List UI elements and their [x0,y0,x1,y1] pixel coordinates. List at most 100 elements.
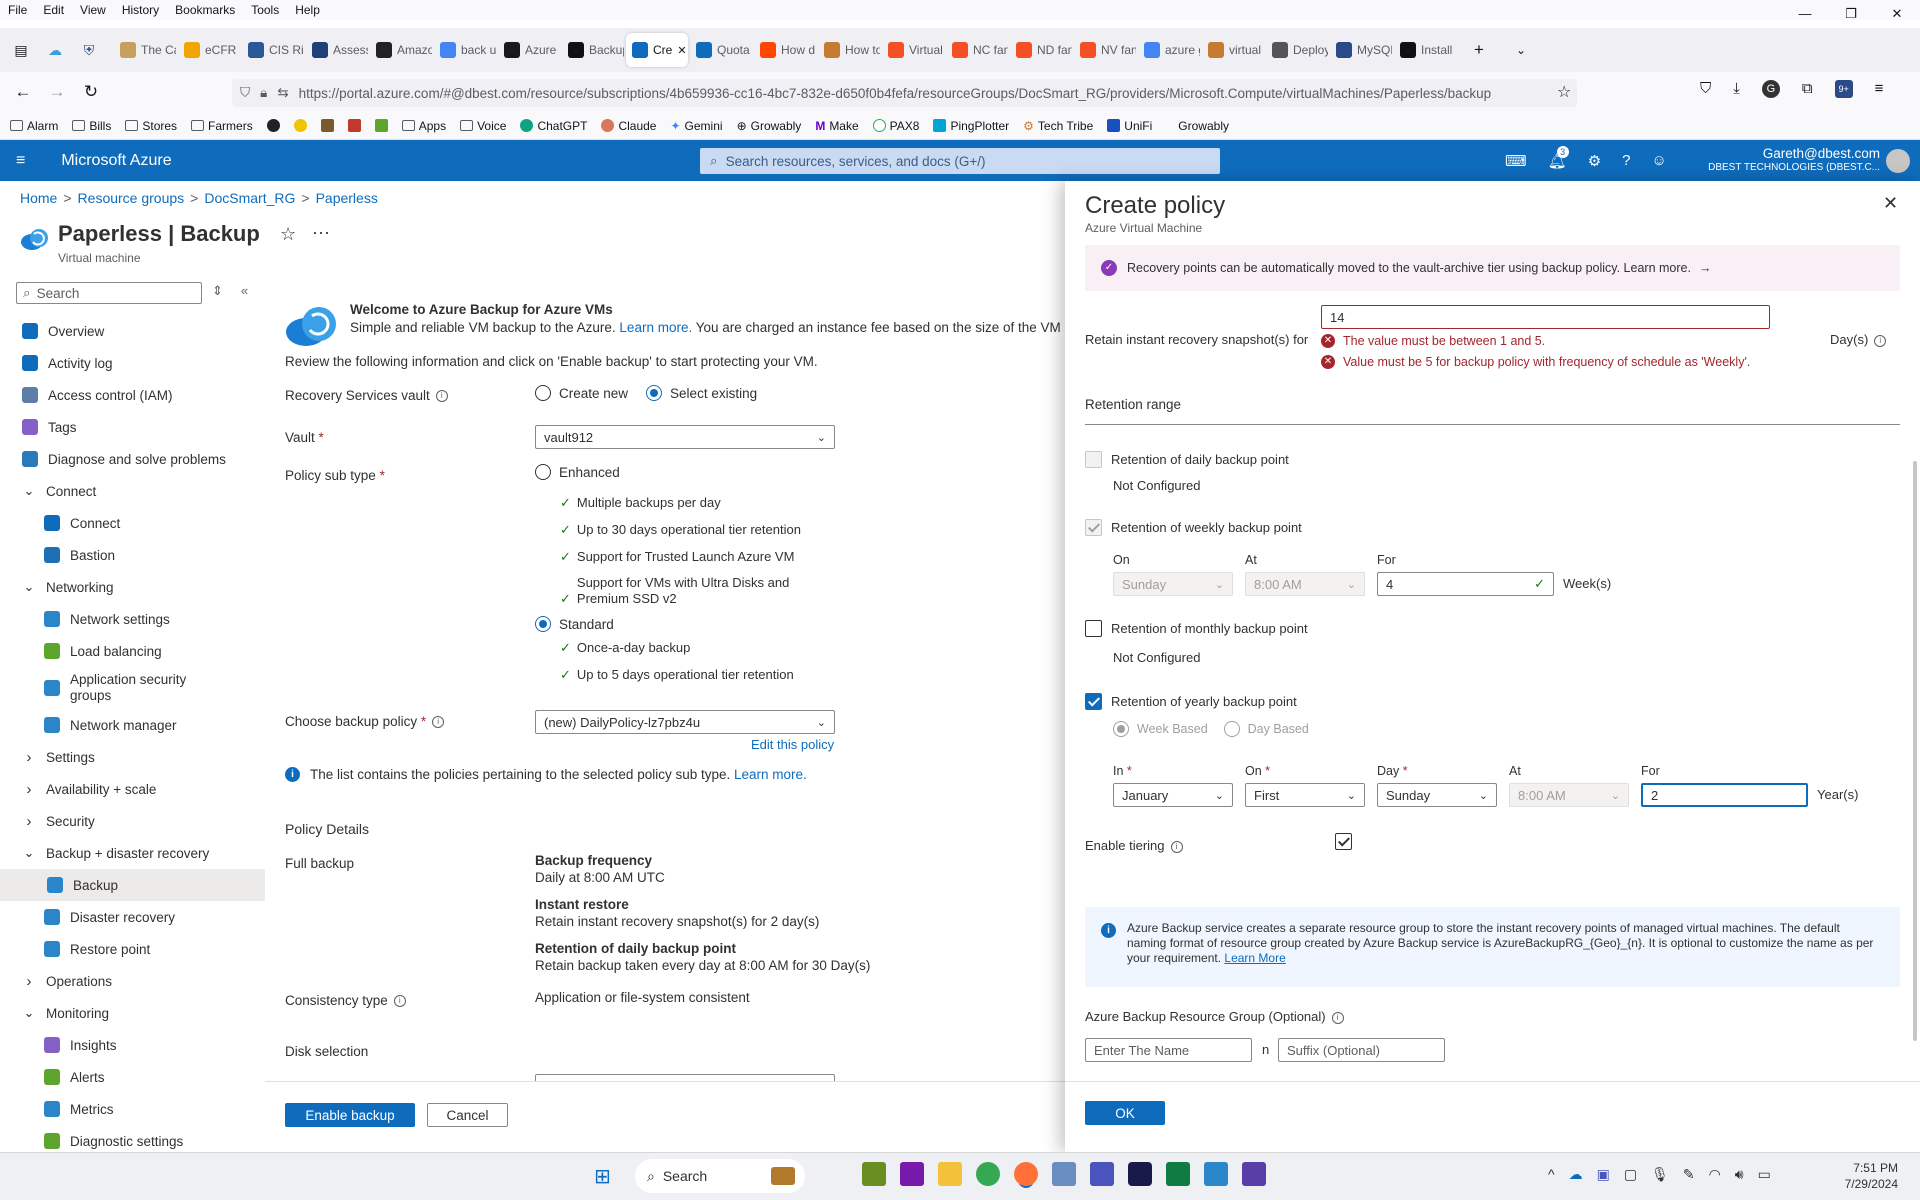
bookmark-pay[interactable] [293,119,307,132]
breadcrumb-resource-group[interactable]: DocSmart_RG [204,190,295,206]
bookmark-star-icon[interactable]: ☆ [1557,82,1571,102]
info-icon[interactable]: i [1331,1011,1344,1024]
menu-item-backup-disaster-recovery[interactable]: ⌄ Backup + disaster recovery [0,837,265,869]
app-icon[interactable] [1242,1162,1266,1186]
bookmark-growably[interactable]: ⊕ Growably [737,119,802,133]
info-icon[interactable]: i [1170,840,1183,853]
restore-icon[interactable]: ❐ [1828,0,1874,28]
browser-tab[interactable]: Install I [1394,33,1456,67]
browser-tab[interactable]: Assess: [306,33,368,67]
help-icon[interactable]: ? [1622,152,1630,169]
bookmark-amazon[interactable] [266,119,280,132]
excel-app-icon[interactable] [1166,1162,1190,1186]
day-based-radio[interactable] [1223,721,1240,737]
select-existing-label[interactable]: Select existing [670,386,757,401]
settings-gear-icon[interactable]: ⚙ [1588,152,1601,170]
reload-icon[interactable]: ↻ [74,82,108,102]
menu-item-security[interactable]: › Security [0,805,265,837]
menu-tools[interactable]: Tools [243,3,287,17]
taskbar-search[interactable]: ⌕ Search [635,1159,805,1193]
cancel-button[interactable]: Cancel [427,1103,508,1127]
chevron-right-icon[interactable]: › [22,749,36,766]
menu-item-disaster-recovery[interactable]: Disaster recovery [0,901,265,933]
downloads-icon[interactable]: ⤓ [1733,80,1740,98]
enhanced-option[interactable]: Enhanced [535,464,620,480]
portal-menu-icon[interactable]: ≡ [16,152,25,170]
bookmark-folder[interactable]: Bills [72,119,111,133]
browser-tab[interactable]: Azure I [498,33,560,67]
sidebar-toggle-icon[interactable]: ▤ [4,42,38,59]
browser-tab[interactable]: NC fan [946,33,1008,67]
bookmark-unifi[interactable]: UniFi [1107,119,1152,133]
menu-item-load-balancing[interactable]: Load balancing [0,635,265,667]
browser-tab[interactable]: azure g [1138,33,1200,67]
chevron-down-icon[interactable]: ⌄ [22,579,36,595]
policy-learn-more-link[interactable]: Learn more. [734,767,807,782]
browser-tab[interactable]: Virtual [882,33,944,67]
bookmark-gemini[interactable]: ✦ Gemini [670,119,722,133]
menu-item-overview[interactable]: Overview [0,315,265,347]
onedrive-icon[interactable]: ☁ [1569,1166,1583,1183]
menu-file[interactable]: File [0,3,35,17]
account-menu[interactable]: Gareth@dbest.com DBEST TECHNOLOGIES (DBE… [1690,146,1880,173]
browser-tab[interactable]: ND fan [1010,33,1072,67]
more-options-icon[interactable]: ··· [312,222,330,243]
browser-tab[interactable]: CIS Risl [242,33,304,67]
weekly-count-input[interactable]: 4 ✓ [1377,572,1554,596]
browser-tab[interactable]: Quota [690,33,752,67]
menu-item-application-security-groups[interactable]: Application security groups [0,667,265,709]
remote-app-icon[interactable] [1128,1162,1152,1186]
blade-scrollbar[interactable] [1913,461,1917,1041]
chevron-down-icon[interactable]: ⌄ [22,483,36,499]
menu-item-network-manager[interactable]: Network manager [0,709,265,741]
bookmark-folder[interactable]: Voice [460,119,506,133]
shield-icon[interactable]: ⛨ [72,42,106,59]
tray-app-icon[interactable]: ▢ [1624,1166,1637,1183]
app-icon[interactable] [1052,1162,1076,1186]
calculator-app-icon[interactable] [1204,1162,1228,1186]
menu-help[interactable]: Help [287,3,328,17]
yearly-week-dropdown[interactable]: First ⌄ [1245,783,1365,807]
menu-search-input[interactable]: ⌕ Search [16,282,202,304]
start-windows-icon[interactable]: ⊞ [594,1164,611,1189]
menu-item-connect[interactable]: ⌄ Connect [0,475,265,507]
notepad-app-icon[interactable] [862,1162,886,1186]
firefox-app-icon[interactable] [1014,1162,1038,1186]
enhanced-radio[interactable] [535,464,551,480]
info-icon[interactable]: i [432,716,445,729]
menu-item-insights[interactable]: Insights [0,1029,265,1061]
select-existing-radio[interactable] [646,385,663,401]
back-icon[interactable]: ← [6,82,40,102]
extension-icon[interactable]: ☁ [38,42,72,59]
teams-tray-icon[interactable]: ▣ [1597,1166,1610,1183]
info-icon[interactable]: i [435,390,448,403]
bookmark-folder[interactable]: Apps [401,119,446,133]
bookmark-techtribe[interactable]: ⚙ Tech Tribe [1023,119,1093,133]
disk-dropdown[interactable] [535,1074,835,1081]
chevron-right-icon[interactable]: › [22,973,36,990]
volume-icon[interactable]: 🔊︎ [1735,1166,1744,1183]
battery-icon[interactable]: ▭ [1758,1166,1771,1183]
close-tab-icon[interactable]: ✕ [677,44,686,57]
menu-item-activity-log[interactable]: Activity log [0,347,265,379]
arrow-right-icon[interactable]: → [1699,261,1712,275]
menu-item-networking[interactable]: ⌄ Networking [0,571,265,603]
address-bar[interactable]: ⛉ 🔒︎ ⇆ https://portal.azure.com/#@dbest.… [232,79,1577,107]
vault-dropdown[interactable]: vault912 ⌄ [535,425,835,449]
expand-collapse-icon[interactable]: ⇕ [212,283,223,299]
bookmark-pax8[interactable]: PAX8 [872,119,919,133]
day-based-label[interactable]: Day Based [1248,722,1309,736]
menu-item-metrics[interactable]: Metrics [0,1093,265,1125]
menu-bookmarks[interactable]: Bookmarks [167,3,243,17]
create-new-radio[interactable] [535,385,551,401]
menu-edit[interactable]: Edit [35,3,72,17]
yearly-retention-checkbox[interactable] [1085,693,1102,710]
weekly-retention-checkbox[interactable] [1085,519,1102,536]
yearly-day-dropdown[interactable]: Sunday ⌄ [1377,783,1497,807]
minimize-icon[interactable]: — [1782,0,1828,28]
close-window-icon[interactable]: ✕ [1874,0,1920,28]
tab-overflow-icon[interactable]: ⌄ [1504,43,1538,57]
bookmark-pingplotter[interactable]: PingPlotter [933,119,1009,133]
tray-overflow-icon[interactable]: ^ [1548,1166,1555,1183]
browser-tab[interactable]: The Ca [114,33,176,67]
